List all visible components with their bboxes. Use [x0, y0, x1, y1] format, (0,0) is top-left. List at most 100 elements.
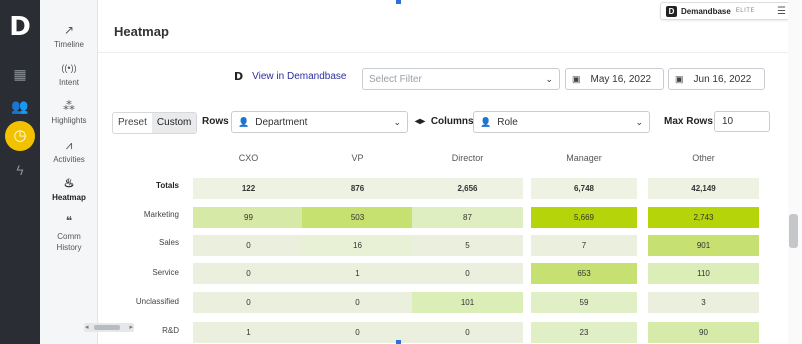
end-date-picker[interactable]: ▣ Jun 16, 2022 [668, 68, 765, 90]
heatmap-cell[interactable]: 5 [412, 235, 523, 256]
row-header: Service [152, 268, 179, 277]
heatmap-cell[interactable]: 0 [412, 322, 523, 343]
nav-label: Activities [53, 155, 85, 164]
nav-item-heatmap[interactable]: ♨ Heatmap [40, 175, 98, 202]
columns-select[interactable]: 👤 Role ⌄ [473, 111, 650, 133]
nav-label: Highlights [51, 116, 87, 125]
person-icon: 👤 [480, 116, 492, 127]
view-link-label: View in Demandbase [252, 71, 347, 82]
nav-label: Timeline [54, 40, 84, 49]
nav-item-comm-history[interactable]: ❝ Comm History [40, 213, 98, 253]
heatmap-cell[interactable]: 99 [193, 207, 304, 228]
heatmap-cell[interactable]: 3 [648, 292, 759, 313]
heatmap-cell[interactable]: 1 [193, 322, 304, 343]
selection-handle [396, 340, 401, 344]
brand-name: Demandbase [681, 6, 731, 16]
heatmap-cell[interactable]: 901 [648, 235, 759, 256]
heatmap-cell[interactable]: 87 [412, 207, 523, 228]
brand-logo-icon: D [666, 5, 677, 17]
heatmap-cell[interactable]: 653 [531, 263, 637, 284]
heatmap-cell[interactable]: 23 [531, 322, 637, 343]
filter-select[interactable]: Select Filter ⌄ [362, 68, 560, 90]
flame-icon: ♨ [63, 176, 75, 190]
grid-icon[interactable]: ▦ [10, 64, 30, 84]
heatmap-cell[interactable]: 59 [531, 292, 637, 313]
heatmap-cell[interactable]: 1 [302, 263, 413, 284]
nav-label: Intent [58, 78, 79, 87]
heatmap-cell[interactable]: 90 [648, 322, 759, 343]
column-header: VP [351, 153, 364, 163]
heatmap-cell[interactable]: 2,656 [412, 178, 523, 199]
selection-handle [396, 0, 401, 4]
column-header: Other [692, 153, 715, 163]
nav-label: Heatmap [52, 193, 86, 202]
calendar-icon: ▣ [675, 73, 684, 84]
preset-tab[interactable]: Preset [113, 113, 152, 133]
heatmap-cell[interactable]: 0 [193, 263, 304, 284]
nav-item-intent[interactable]: ((•)) Intent [40, 60, 98, 87]
rows-select[interactable]: 👤 Department ⌄ [231, 111, 408, 133]
rows-value: Department [255, 116, 308, 128]
scroll-thumb[interactable] [789, 214, 798, 248]
brand-tier: ELITE [735, 8, 755, 14]
heatmap-cell[interactable]: 7 [531, 235, 637, 256]
heatmap-cell[interactable]: 110 [648, 263, 759, 284]
bolt-icon[interactable]: ϟ [10, 160, 30, 180]
filter-placeholder: Select Filter [369, 73, 422, 85]
heatmap-cell[interactable]: 2,743 [648, 207, 759, 228]
max-rows-input[interactable]: 10 [714, 111, 770, 132]
nav-item-highlights[interactable]: ⁂ Highlights [40, 98, 98, 125]
person-icon: 👤 [238, 116, 250, 127]
custom-tab[interactable]: Custom [151, 113, 197, 133]
users-icon[interactable]: 👥 [10, 96, 30, 116]
start-date-picker[interactable]: ▣ May 16, 2022 [565, 68, 664, 90]
heatmap-cell[interactable]: 16 [302, 235, 413, 256]
scroll-left-icon[interactable]: ◂ [85, 323, 89, 332]
main-panel: Heatmap D Demandbase ELITE ☰ D View in D… [98, 0, 792, 344]
heatmap-cell[interactable]: 503 [302, 207, 413, 228]
max-rows-label: Max Rows [664, 116, 713, 127]
chat-icon: ❝ [65, 214, 73, 228]
chevron-down-icon: ⌄ [393, 116, 401, 127]
heatmap-cell[interactable]: 0 [193, 292, 304, 313]
heatmap-cell[interactable]: 6,748 [531, 178, 637, 199]
row-header: Sales [158, 238, 179, 247]
heatmap-cell[interactable]: 876 [302, 178, 413, 199]
demandbase-logo: D [9, 12, 31, 42]
columns-label-group: ◂▸ Columns [415, 116, 474, 127]
highlights-icon: ⁂ [63, 99, 75, 113]
heatmap-cell[interactable]: 0 [412, 263, 523, 284]
secondary-nav: ↗ Timeline ((•)) Intent ⁂ Highlights ⩘ A… [40, 0, 134, 344]
column-header: Director [451, 153, 484, 163]
heatmap-cell[interactable]: 101 [412, 292, 523, 313]
timer-icon[interactable]: ◷ [5, 121, 35, 151]
heatmap-cell[interactable]: 122 [193, 178, 304, 199]
page-title: Heatmap [114, 24, 169, 39]
heatmap-cell[interactable]: 0 [193, 235, 304, 256]
signal-icon: ((•)) [61, 63, 77, 73]
divider [98, 52, 788, 53]
columns-value: Role [497, 116, 518, 128]
columns-label: Columns [430, 116, 474, 127]
trend-icon: ↗ [63, 23, 75, 37]
row-header: R&D [162, 326, 179, 335]
chevron-down-icon: ⌄ [545, 73, 553, 84]
demandbase-d-icon: D [234, 70, 244, 83]
calendar-icon: ▣ [572, 73, 581, 84]
heatmap-cell[interactable]: 5,669 [531, 207, 637, 228]
vertical-scrollbar[interactable] [788, 0, 802, 344]
nav-item-timeline[interactable]: ↗ Timeline [40, 22, 98, 49]
brand-badge[interactable]: D Demandbase ELITE ☰ [660, 2, 792, 20]
row-header: Marketing [143, 210, 179, 219]
nav-item-activities[interactable]: ⩘ Activities [40, 137, 98, 164]
column-header: CXO [238, 153, 259, 163]
end-date: Jun 16, 2022 [693, 73, 752, 85]
heatmap-cell[interactable]: 0 [302, 292, 413, 313]
view-in-demandbase-link[interactable]: D View in Demandbase [234, 70, 346, 83]
heatmap-cell[interactable]: 42,149 [648, 178, 759, 199]
column-header: Manager [566, 153, 602, 163]
row-header: Totals [156, 181, 179, 190]
start-date: May 16, 2022 [590, 73, 652, 85]
app-rail: D ▦ 👥 ◷ ϟ [0, 0, 40, 344]
menu-icon[interactable]: ☰ [777, 6, 786, 17]
